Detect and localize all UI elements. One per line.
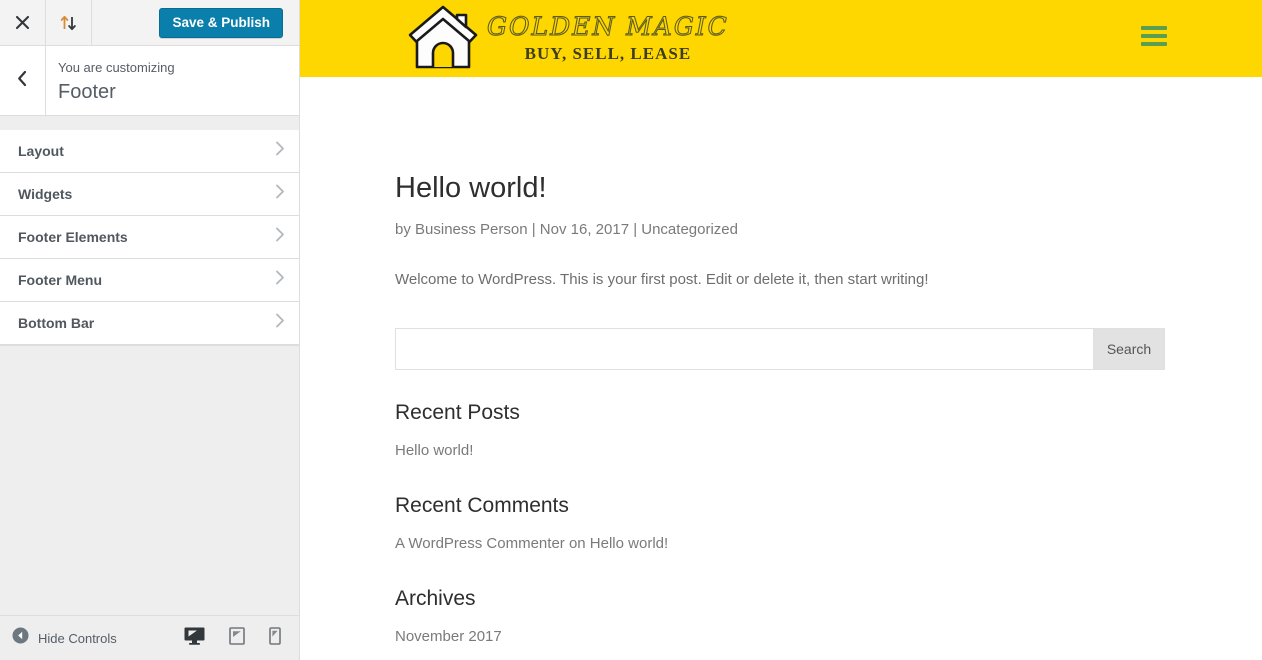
house-icon xyxy=(405,1,481,76)
search-button[interactable]: Search xyxy=(1094,327,1165,370)
site-tagline: BUY, SELL, LEASE xyxy=(524,43,692,63)
hamburger-menu-icon[interactable] xyxy=(1141,26,1167,46)
hide-controls-label: Hide Controls xyxy=(38,630,117,646)
sidebar-item-layout[interactable]: Layout xyxy=(0,130,299,173)
sidebar-item-label: Footer Menu xyxy=(18,272,102,288)
chevron-right-icon xyxy=(275,141,285,161)
widget-title: Archives xyxy=(395,587,476,611)
back-button[interactable] xyxy=(0,46,46,115)
hamburger-bar xyxy=(1141,34,1167,38)
sidebar-item-label: Layout xyxy=(18,143,64,159)
widget-link[interactable]: November 2017 xyxy=(395,625,1167,649)
customizer-section-list: Layout Widgets Footer Elements Footer Me… xyxy=(0,130,299,346)
sidebar-item-widgets[interactable]: Widgets xyxy=(0,173,299,216)
hamburger-bar xyxy=(1141,26,1167,30)
site-header: GOLDEN MAGIC BUY, SELL, LEASE xyxy=(300,0,1262,77)
preview-mobile-button[interactable] xyxy=(269,626,281,650)
customizer-footer-bar: Hide Controls xyxy=(0,615,299,660)
chevron-right-icon xyxy=(275,270,285,290)
preview-tablet-button[interactable] xyxy=(229,626,245,650)
search-input[interactable] xyxy=(395,327,1094,370)
brand-text-block: GOLDEN MAGIC BUY, SELL, LEASE xyxy=(487,11,729,64)
sidebar-item-label: Widgets xyxy=(18,186,73,202)
widget-recent-comments: Recent Comments A WordPress Commenter on… xyxy=(395,493,1167,556)
device-preview-switcher xyxy=(184,626,299,650)
customizer-screen: Save & Publish You are customizing Foote… xyxy=(0,0,1262,660)
customizer-panel-header: You are customizing Footer xyxy=(0,46,299,116)
chevron-right-icon xyxy=(275,227,285,247)
preview-desktop-button[interactable] xyxy=(184,627,205,650)
site-branding[interactable]: GOLDEN MAGIC BUY, SELL, LEASE xyxy=(405,1,729,76)
hide-controls-button[interactable]: Hide Controls xyxy=(0,627,117,649)
chevron-right-icon xyxy=(275,184,285,204)
tablet-icon xyxy=(229,626,245,650)
sort-up-down-arrows-icon xyxy=(60,15,77,31)
hamburger-bar xyxy=(1141,42,1167,46)
mobile-phone-icon xyxy=(269,626,281,650)
desktop-monitor-icon xyxy=(184,627,205,650)
widget-recent-posts: Recent Posts Hello world! xyxy=(395,400,1167,463)
page-title: Hello world! xyxy=(395,172,547,204)
widget-link[interactable]: Hello world! xyxy=(395,439,1167,463)
panel-title-block: You are customizing Footer xyxy=(46,46,299,115)
customizer-action-bar: Save & Publish xyxy=(0,0,299,46)
search-form: Search xyxy=(395,327,1165,370)
widget-link[interactable]: A WordPress Commenter on Hello world! xyxy=(395,532,1167,556)
site-content: Hello world! by Business Person | Nov 16… xyxy=(300,171,1262,660)
panel-gap-strip xyxy=(0,116,299,130)
close-customizer-button[interactable] xyxy=(0,0,46,45)
site-title: GOLDEN MAGIC xyxy=(487,11,729,41)
customizing-eyebrow: You are customizing xyxy=(58,60,175,75)
sidebar-item-footer-menu[interactable]: Footer Menu xyxy=(0,259,299,302)
sidebar-item-label: Bottom Bar xyxy=(18,315,95,331)
chevron-left-icon xyxy=(16,70,29,92)
circle-arrow-left-icon xyxy=(12,627,29,649)
action-bar-spacer xyxy=(92,0,159,45)
sidebar-item-bottom-bar[interactable]: Bottom Bar xyxy=(0,302,299,345)
widget-title: Recent Comments xyxy=(395,493,569,517)
sidebar-item-footer-elements[interactable]: Footer Elements xyxy=(0,216,299,259)
chevron-right-icon xyxy=(275,313,285,333)
customizer-panel: Save & Publish You are customizing Foote… xyxy=(0,0,300,660)
site-preview-frame: GOLDEN MAGIC BUY, SELL, LEASE Hello worl… xyxy=(300,0,1262,660)
sidebar-item-label: Footer Elements xyxy=(18,229,128,245)
panel-title: Footer xyxy=(58,80,116,103)
close-x-icon xyxy=(15,15,30,30)
post-excerpt: Welcome to WordPress. This is your first… xyxy=(395,270,929,288)
widget-title: Recent Posts xyxy=(395,400,520,424)
widget-archives: Archives November 2017 xyxy=(395,586,1167,649)
changeset-status-button[interactable] xyxy=(46,0,92,45)
post-meta: by Business Person | Nov 16, 2017 | Unca… xyxy=(395,220,738,238)
save-and-publish-button[interactable]: Save & Publish xyxy=(159,7,283,38)
